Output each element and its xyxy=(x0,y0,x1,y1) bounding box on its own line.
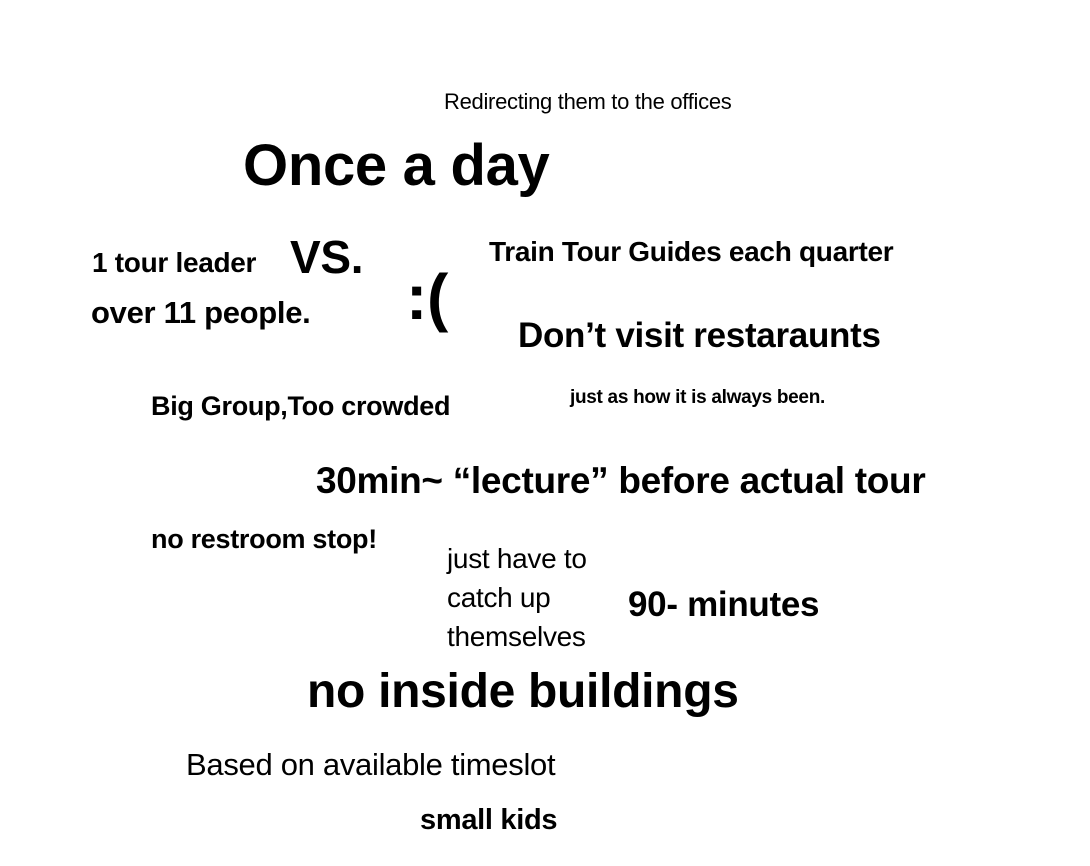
note-timeslot: Based on available timeslot xyxy=(186,747,556,782)
note-catch-up-3: themselves xyxy=(447,621,586,652)
note-lecture: 30min~ “lecture” before actual tour xyxy=(316,460,926,501)
note-catch-up-2: catch up xyxy=(447,582,551,613)
note-big-group: Big Group,Too crowded xyxy=(151,391,451,421)
note-train-guides: Train Tour Guides each quarter xyxy=(489,236,894,267)
note-sad-face: :( xyxy=(406,261,449,333)
note-ninety-minutes: 90- minutes xyxy=(628,585,820,624)
note-restroom: no restroom stop! xyxy=(151,524,377,554)
note-once-a-day: Once a day xyxy=(243,133,550,198)
note-redirecting: Redirecting them to the offices xyxy=(444,89,732,114)
note-over-people: over 11 people. xyxy=(91,295,311,330)
note-always-been: just as how it is always been. xyxy=(570,387,825,408)
note-vs: VS. xyxy=(290,231,364,283)
note-restaurants: Don’t visit restaraunts xyxy=(518,316,881,355)
note-no-inside: no inside buildings xyxy=(307,665,739,718)
note-tour-leader: 1 tour leader xyxy=(92,247,257,278)
note-small-kids: small kids xyxy=(420,804,558,836)
note-catch-up-1: just have to xyxy=(447,543,587,574)
